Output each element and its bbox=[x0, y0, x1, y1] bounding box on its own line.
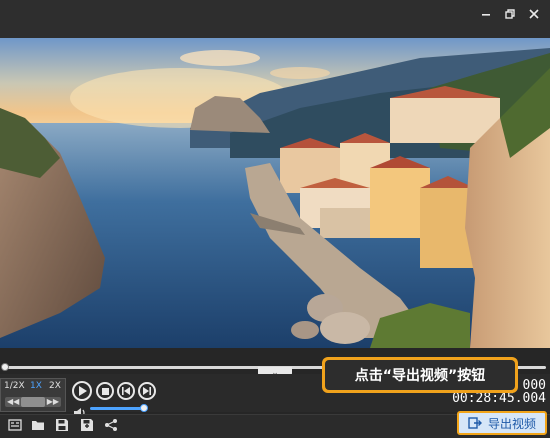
next-frame-button[interactable] bbox=[138, 382, 156, 400]
speed-panel: 1/2X 1X 2X ◀◀ ▶▶ bbox=[0, 378, 66, 412]
subtitle-icon[interactable] bbox=[8, 418, 22, 432]
speed-option-double[interactable]: 2X bbox=[49, 381, 61, 391]
speed-option-half[interactable]: 1/2X bbox=[4, 381, 25, 391]
video-editor-window: ⌄ 1/2X 1X 2X ◀◀ ▶▶ 000 00:28:45.004 导出视频… bbox=[0, 0, 550, 438]
export-video-button[interactable]: 导出视频 bbox=[457, 411, 547, 435]
volume-slider-knob[interactable] bbox=[140, 404, 148, 412]
close-icon[interactable] bbox=[524, 4, 544, 24]
minimize-icon[interactable] bbox=[476, 4, 496, 24]
timeline-scrubber[interactable] bbox=[1, 363, 9, 371]
speed-option-normal[interactable]: 1X bbox=[30, 381, 42, 391]
total-duration: 00:28:45.004 bbox=[452, 391, 546, 406]
rewind-icon[interactable]: ◀◀ bbox=[7, 397, 19, 407]
prev-frame-button[interactable] bbox=[117, 382, 135, 400]
play-icon bbox=[78, 386, 87, 396]
restore-icon[interactable] bbox=[500, 4, 520, 24]
share-icon[interactable] bbox=[104, 418, 118, 432]
export-video-label: 导出视频 bbox=[487, 416, 536, 431]
video-preview[interactable] bbox=[0, 38, 550, 348]
export-icon bbox=[468, 417, 482, 429]
step-back-icon bbox=[122, 387, 130, 395]
instruction-callout: 点击“导出视频”按钮 bbox=[322, 357, 518, 393]
save-icon[interactable] bbox=[55, 418, 69, 432]
stop-icon bbox=[101, 387, 109, 395]
video-frame-image bbox=[0, 38, 550, 348]
callout-text: 点击“导出视频”按钮 bbox=[325, 360, 515, 390]
folder-icon[interactable] bbox=[31, 418, 45, 432]
stop-button[interactable] bbox=[96, 382, 114, 400]
fast-forward-icon[interactable]: ▶▶ bbox=[47, 397, 59, 407]
speed-slider[interactable]: ◀◀ ▶▶ bbox=[5, 397, 61, 407]
volume-icon[interactable] bbox=[74, 403, 86, 418]
step-forward-icon bbox=[143, 387, 151, 395]
title-bar bbox=[0, 0, 550, 38]
save-as-icon[interactable] bbox=[80, 418, 94, 432]
speed-slider-thumb[interactable] bbox=[21, 397, 45, 407]
window-controls bbox=[476, 4, 544, 24]
volume-slider[interactable] bbox=[90, 407, 144, 410]
play-button[interactable] bbox=[72, 381, 92, 401]
